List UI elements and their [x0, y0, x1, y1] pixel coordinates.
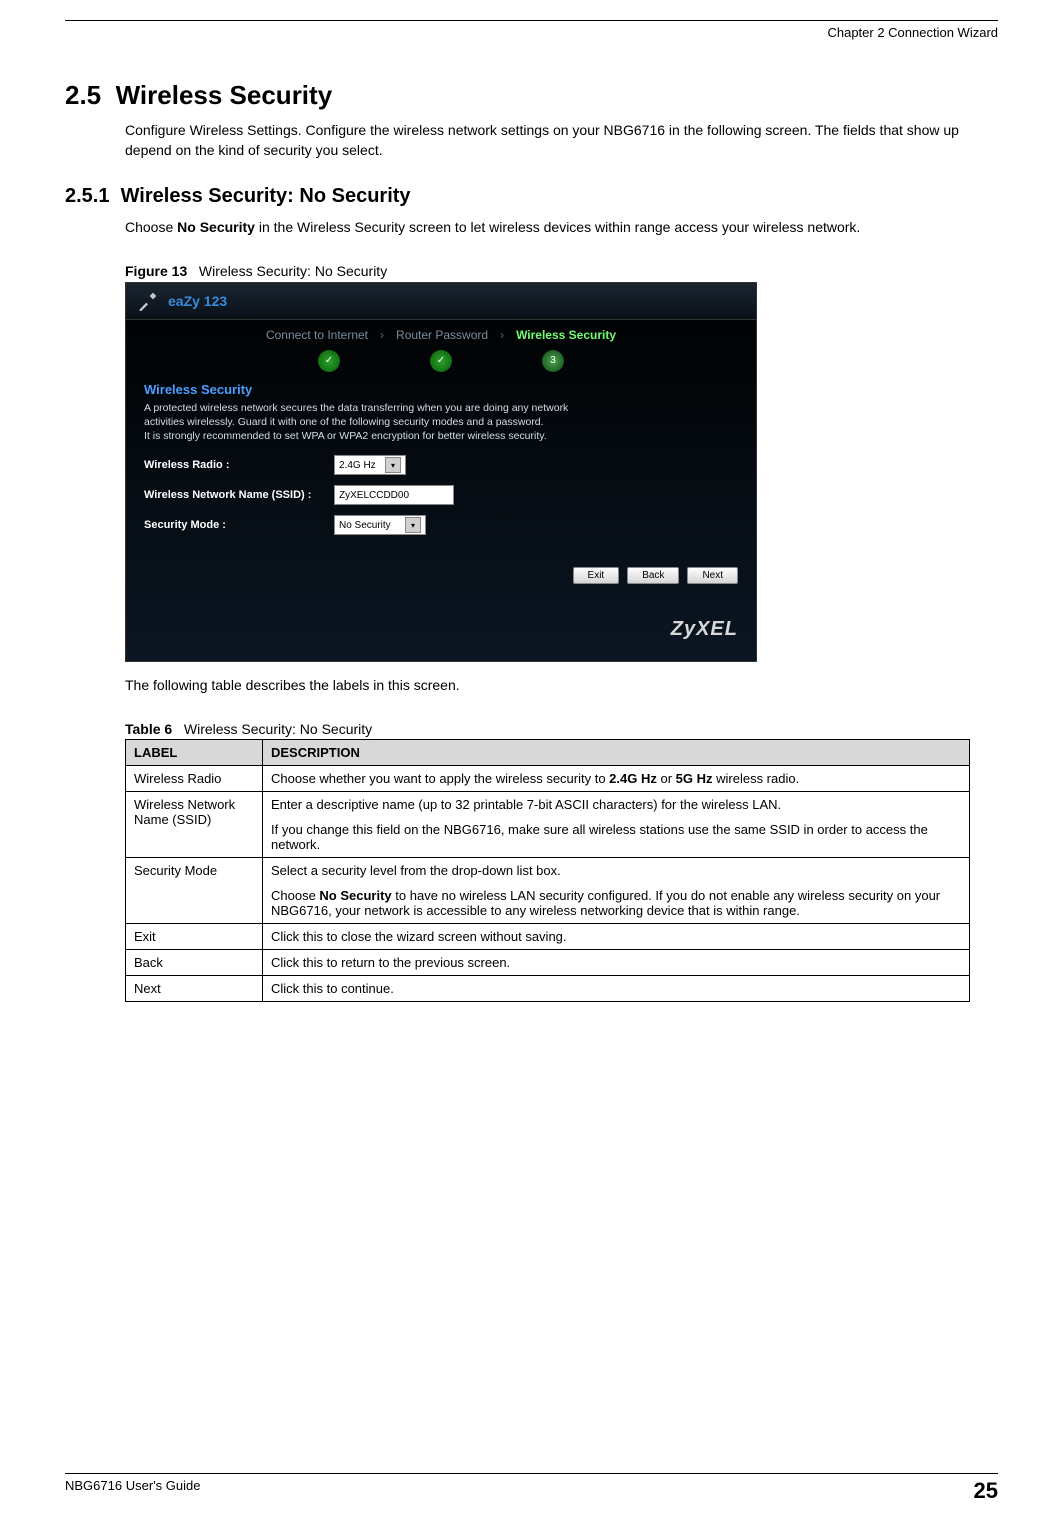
- step-connect-internet: Connect to Internet: [266, 328, 368, 342]
- back-button[interactable]: Back: [627, 567, 679, 584]
- table-row: Wireless RadioChoose whether you want to…: [126, 765, 970, 791]
- section-number: 2.5: [65, 80, 101, 110]
- table-cell-description: Click this to continue.: [263, 975, 970, 1001]
- chevron-down-icon: ▾: [385, 457, 401, 473]
- chevron-right-icon: ›: [380, 328, 384, 342]
- description-table: LABEL DESCRIPTION Wireless RadioChoose w…: [125, 739, 970, 1002]
- chevron-down-icon: ▾: [405, 517, 421, 533]
- figure-number: Figure 13: [125, 263, 187, 279]
- table-header-label: LABEL: [126, 739, 263, 765]
- table-cell-label: Wireless Radio: [126, 765, 263, 791]
- ssid-label: Wireless Network Name (SSID) :: [144, 489, 334, 501]
- section-intro: Configure Wireless Settings. Configure t…: [125, 121, 988, 160]
- select-value: 2.4G Hz: [339, 460, 376, 471]
- figure-title: Wireless Security: No Security: [199, 263, 387, 279]
- wrench-icon: [138, 291, 158, 311]
- wizard-brand: eaZy 123: [168, 293, 227, 309]
- text-bold: No Security: [177, 219, 255, 235]
- input-value: ZyXELCCDD00: [339, 490, 409, 501]
- table-number: Table 6: [125, 721, 172, 737]
- wizard-steps: Connect to Internet › Router Password › …: [126, 320, 756, 346]
- select-value: No Security: [339, 520, 391, 531]
- step-indicator-1: [318, 350, 340, 372]
- table-cell-label: Next: [126, 975, 263, 1001]
- figure-caption: Figure 13 Wireless Security: No Security: [125, 263, 998, 279]
- table-cell-description: Select a security level from the drop-do…: [263, 857, 970, 923]
- chapter-header: Chapter 2 Connection Wizard: [65, 25, 998, 40]
- subsection-title: Wireless Security: No Security: [121, 185, 411, 207]
- table-cell-label: Security Mode: [126, 857, 263, 923]
- table-intro: The following table describes the labels…: [125, 676, 988, 696]
- table-header-description: DESCRIPTION: [263, 739, 970, 765]
- screenshot-panel: eaZy 123 Connect to Internet › Router Pa…: [125, 282, 757, 663]
- table-cell-label: Wireless Network Name (SSID): [126, 791, 263, 857]
- table-cell-label: Back: [126, 949, 263, 975]
- footer-guide: NBG6716 User's Guide: [65, 1478, 200, 1504]
- table-cell-description: Choose whether you want to apply the wir…: [263, 765, 970, 791]
- table-row: Security ModeSelect a security level fro…: [126, 857, 970, 923]
- text: Choose: [125, 219, 177, 235]
- step-wireless-security: Wireless Security: [516, 328, 616, 342]
- exit-button[interactable]: Exit: [573, 567, 620, 584]
- zyxel-logo: ZyXEL: [126, 588, 756, 651]
- text: in the Wireless Security screen to let w…: [255, 219, 860, 235]
- subsection-number: 2.5.1: [65, 185, 109, 207]
- table-row: BackClick this to return to the previous…: [126, 949, 970, 975]
- step-router-password: Router Password: [396, 328, 488, 342]
- table-row: NextClick this to continue.: [126, 975, 970, 1001]
- wireless-radio-select[interactable]: 2.4G Hz ▾: [334, 455, 406, 475]
- section-heading: 2.5 Wireless Security: [65, 80, 998, 111]
- table-cell-description: Click this to close the wizard screen wi…: [263, 923, 970, 949]
- next-button[interactable]: Next: [687, 567, 738, 584]
- table-caption: Table 6 Wireless Security: No Security: [125, 721, 998, 737]
- table-cell-label: Exit: [126, 923, 263, 949]
- step-indicator-3: 3: [542, 350, 564, 372]
- table-cell-description: Enter a descriptive name (up to 32 print…: [263, 791, 970, 857]
- ssid-input[interactable]: ZyXELCCDD00: [334, 485, 454, 505]
- security-mode-label: Security Mode :: [144, 519, 334, 531]
- section-title: Wireless Security: [116, 80, 333, 110]
- table-row: Wireless Network Name (SSID)Enter a desc…: [126, 791, 970, 857]
- table-title: Wireless Security: No Security: [184, 721, 372, 737]
- panel-description: A protected wireless network secures the…: [144, 401, 574, 444]
- page-number: 25: [974, 1478, 998, 1504]
- panel-title: Wireless Security: [144, 382, 738, 397]
- table-cell-description: Click this to return to the previous scr…: [263, 949, 970, 975]
- step-indicator-2: [430, 350, 452, 372]
- chevron-right-icon: ›: [500, 328, 504, 342]
- wireless-radio-label: Wireless Radio :: [144, 459, 334, 471]
- subsection-heading: 2.5.1 Wireless Security: No Security: [65, 185, 998, 208]
- security-mode-select[interactable]: No Security ▾: [334, 515, 426, 535]
- table-row: ExitClick this to close the wizard scree…: [126, 923, 970, 949]
- subsection-intro: Choose No Security in the Wireless Secur…: [125, 218, 988, 238]
